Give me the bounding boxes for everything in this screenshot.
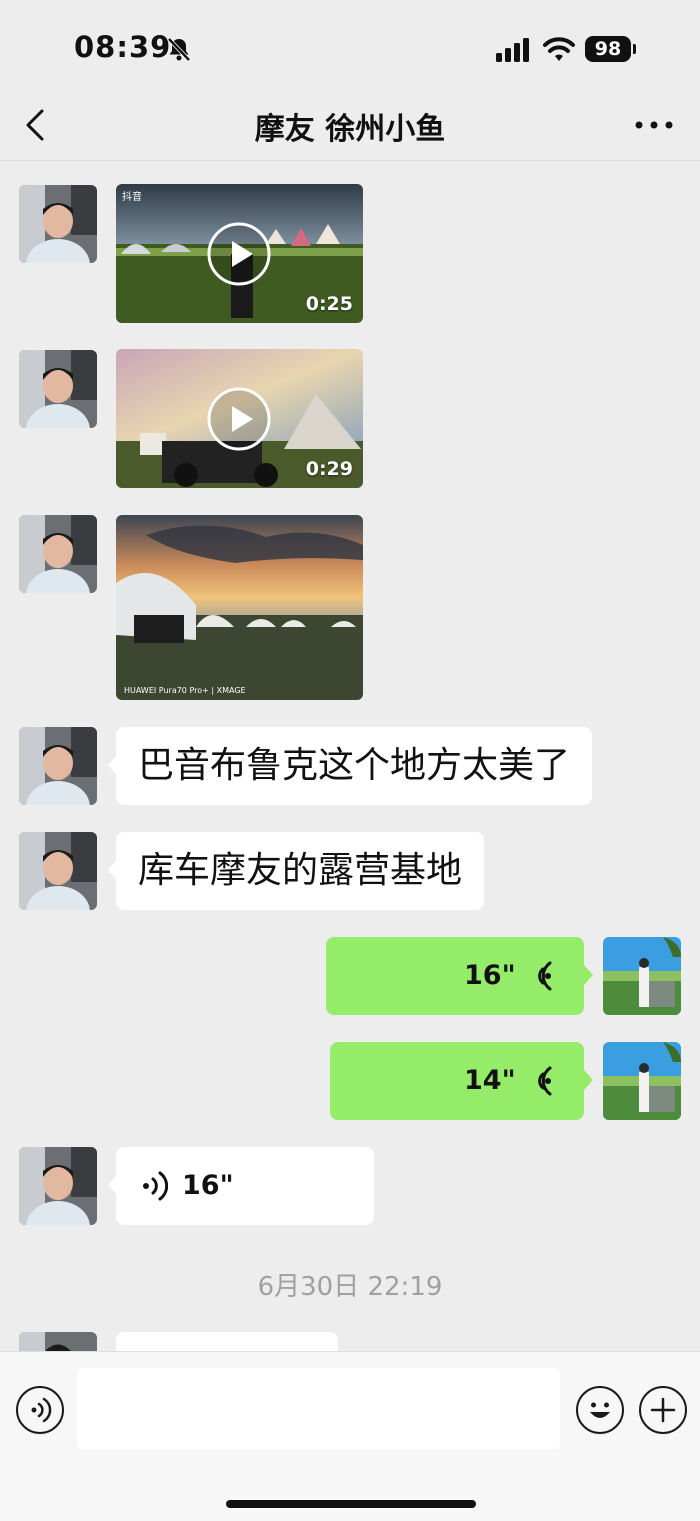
my-avatar[interactable] bbox=[603, 1042, 681, 1120]
play-icon[interactable] bbox=[207, 387, 271, 451]
voice-message[interactable]: 14" bbox=[330, 1042, 593, 1120]
voice-wave-icon bbox=[538, 961, 552, 991]
emoji-icon bbox=[590, 1402, 610, 1418]
voice-duration: 14" bbox=[464, 1065, 516, 1096]
voice-message[interactable]: 16" bbox=[326, 937, 593, 1015]
chat-header: 摩友 徐州小鱼 bbox=[0, 90, 700, 161]
video-duration: 0:29 bbox=[305, 458, 353, 480]
image-message[interactable]: HUAWEI Pura70 Pro+ | XMAGE bbox=[116, 515, 363, 700]
contact-avatar[interactable] bbox=[19, 185, 97, 263]
contact-avatar[interactable] bbox=[19, 727, 97, 805]
voice-duration: 16" bbox=[464, 960, 516, 991]
plus-button[interactable] bbox=[639, 1386, 687, 1434]
chat-title[interactable]: 摩友 徐州小鱼 bbox=[150, 104, 550, 148]
voice-wave-icon bbox=[143, 1171, 168, 1201]
contact-avatar[interactable] bbox=[19, 350, 97, 428]
status-bar: 08:39 98 bbox=[0, 0, 700, 90]
camera-watermark: HUAWEI Pura70 Pro+ | XMAGE bbox=[124, 686, 246, 695]
contact-avatar[interactable] bbox=[19, 1147, 97, 1225]
bell-muted-icon bbox=[167, 37, 191, 62]
text-message[interactable]: 巴音布鲁克这个地方太美了 bbox=[107, 727, 593, 805]
voice-mode-button[interactable] bbox=[16, 1386, 64, 1434]
voice-wave-icon bbox=[538, 1066, 552, 1096]
video-duration: 0:25 bbox=[305, 293, 353, 315]
chat-timestamp: 6月30日 22:19 bbox=[257, 1272, 443, 1302]
video-message[interactable]: 0:25 抖音 bbox=[116, 184, 363, 323]
my-avatar[interactable] bbox=[603, 937, 681, 1015]
plus-icon bbox=[650, 1397, 676, 1423]
wifi-icon bbox=[543, 37, 575, 61]
home-indicator[interactable] bbox=[226, 1500, 476, 1508]
more-dots-icon[interactable] bbox=[634, 118, 674, 132]
contact-avatar[interactable] bbox=[19, 515, 97, 593]
play-icon[interactable] bbox=[207, 222, 271, 286]
battery-indicator: 98 bbox=[585, 36, 631, 62]
status-time: 08:39 bbox=[74, 30, 172, 64]
battery-tip bbox=[633, 44, 636, 54]
video-message[interactable]: 0:29 bbox=[116, 349, 363, 488]
contact-avatar[interactable] bbox=[19, 832, 97, 910]
input-bar bbox=[0, 1351, 700, 1521]
chevron-left-icon[interactable] bbox=[22, 108, 50, 142]
contact-avatar[interactable] bbox=[19, 1332, 97, 1351]
message-input[interactable] bbox=[77, 1368, 560, 1449]
emoji-button[interactable] bbox=[576, 1386, 624, 1434]
cellular-signal-icon bbox=[496, 38, 529, 62]
voice-duration: 16" bbox=[182, 1170, 234, 1201]
voice-message[interactable]: 16" bbox=[108, 1147, 374, 1225]
text-message[interactable]: 库车摩友的露营基地 bbox=[107, 832, 485, 910]
partial-message[interactable] bbox=[116, 1332, 338, 1351]
voice-mode-icon bbox=[31, 1397, 52, 1423]
video-source-app: 抖音 bbox=[122, 192, 142, 203]
